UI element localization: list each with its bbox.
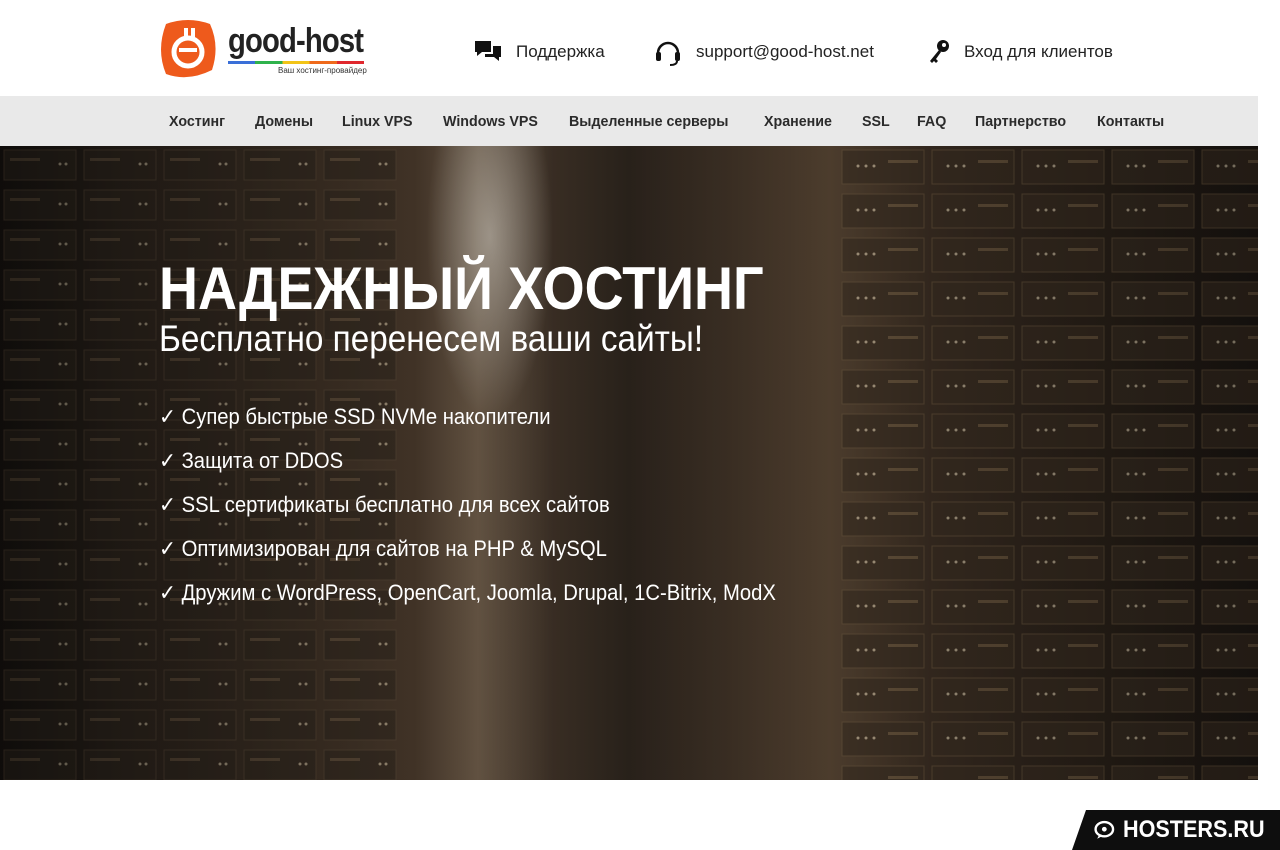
nav-item-partnership[interactable]: Партнерство: [975, 113, 1066, 130]
speech-bubble-icon: [1094, 820, 1115, 839]
logo-mark-icon: [158, 16, 218, 82]
logo-name: good-host: [228, 21, 364, 60]
site-header: good-host Ваш хостинг-провайдер Поддержк…: [0, 0, 1280, 96]
nav-item-faq[interactable]: FAQ: [917, 113, 946, 130]
support-label: Поддержка: [516, 42, 605, 61]
watermark-text: HOSTERS.RU: [1122, 816, 1265, 843]
key-icon: [930, 40, 949, 63]
email-link[interactable]: support@good-host.net: [654, 38, 874, 66]
feature-item: ✓ Оптимизирован для сайтов на PHP & MySQ…: [159, 536, 607, 561]
logo-color-bar: [228, 60, 364, 64]
feature-item: ✓ SSL сертификаты бесплатно для всех сай…: [159, 492, 610, 517]
hero-banner: НАДЕЖНЫЙ ХОСТИНГ Бесплатно перенесем ваш…: [0, 146, 1258, 780]
logo[interactable]: good-host Ваш хостинг-провайдер: [158, 16, 385, 82]
feature-list: ✓ Супер быстрые SSD NVMe накопители ✓ За…: [159, 404, 829, 624]
login-label: Вход для клиентов: [964, 42, 1113, 61]
client-login-link[interactable]: Вход для клиентов: [928, 38, 1113, 66]
logo-tagline: Ваш хостинг-провайдер: [278, 65, 367, 75]
nav-item-windows-vps[interactable]: Windows VPS: [443, 113, 538, 130]
nav-item-dedicated[interactable]: Выделенные серверы: [569, 113, 728, 130]
nav-item-ssl[interactable]: SSL: [862, 113, 890, 130]
nav-item-storage[interactable]: Хранение: [764, 113, 832, 130]
feature-item: ✓ Супер быстрые SSD NVMe накопители: [159, 404, 551, 429]
email-label: support@good-host.net: [696, 42, 874, 61]
hero-subtitle: Бесплатно перенесем ваши сайты!: [159, 318, 704, 359]
hero-title: НАДЕЖНЫЙ ХОСТИНГ: [159, 255, 764, 322]
nav-item-linux-vps[interactable]: Linux VPS: [342, 113, 412, 130]
feature-item: ✓ Защита от DDOS: [159, 448, 344, 473]
feature-item: ✓ Дружим с WordPress, OpenCart, Joomla, …: [159, 580, 776, 605]
support-link[interactable]: Поддержка: [474, 38, 605, 66]
main-nav: Хостинг Домены Linux VPS Windows VPS Выд…: [0, 96, 1258, 146]
nav-item-contacts[interactable]: Контакты: [1097, 113, 1164, 130]
headset-icon: [656, 41, 680, 66]
nav-item-domains[interactable]: Домены: [255, 113, 313, 130]
nav-item-hosting[interactable]: Хостинг: [169, 113, 225, 130]
chat-bubbles-icon: [475, 41, 501, 61]
hosters-watermark: HOSTERS.RU: [1072, 810, 1280, 850]
